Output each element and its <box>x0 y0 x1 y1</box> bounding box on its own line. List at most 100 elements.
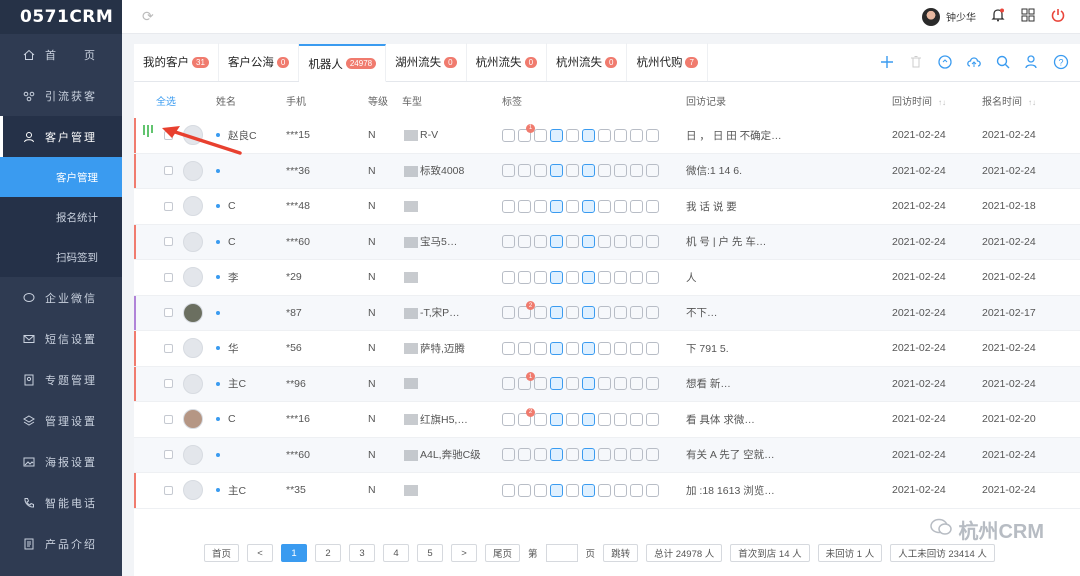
tag-icon[interactable] <box>614 448 627 462</box>
table-row[interactable]: C ***16 N 红旗H5,… 2 看 具体 求微… 2021-02-24 2021-02-… <box>134 402 1080 438</box>
tag-icon[interactable]: 2 <box>518 301 535 320</box>
app-logo[interactable]: 0571CRM <box>0 0 122 34</box>
tag-icon[interactable] <box>582 164 595 178</box>
tag-icon[interactable] <box>518 483 531 497</box>
visit-record[interactable]: 微信:1 14 6. <box>686 165 742 177</box>
tag-icon[interactable] <box>614 377 627 391</box>
visit-record[interactable]: 日 ， 日 田 不确定… <box>686 130 782 142</box>
tag-icon[interactable] <box>630 448 643 462</box>
sidebar-subitem-customer-management[interactable]: 客户管理 <box>0 157 122 197</box>
tag-icon[interactable] <box>566 306 579 320</box>
tag-icon[interactable] <box>550 270 563 284</box>
tag-icon[interactable] <box>630 341 643 355</box>
tag-icon[interactable] <box>518 235 531 249</box>
upload-icon[interactable] <box>965 53 983 71</box>
tag-icon[interactable] <box>566 483 579 497</box>
last-page-button[interactable]: 尾页 <box>485 544 521 562</box>
row-checkbox[interactable] <box>164 450 173 460</box>
row-checkbox[interactable] <box>164 343 173 353</box>
tag-icon[interactable] <box>646 483 659 497</box>
tag-icon[interactable] <box>598 235 611 249</box>
add-icon[interactable] <box>878 53 896 71</box>
tag-icon[interactable] <box>630 270 643 284</box>
tag-icon[interactable] <box>630 199 643 213</box>
tag-icon[interactable] <box>598 448 611 462</box>
sidebar-item-posters[interactable]: 海报设置 <box>0 441 122 482</box>
tag-icon[interactable] <box>566 164 579 178</box>
tag-icon[interactable] <box>534 412 547 426</box>
tag-icon[interactable] <box>598 164 611 178</box>
header-signup-time[interactable]: 报名时间 <box>982 97 1022 108</box>
customer-name[interactable]: C <box>228 236 236 248</box>
tag-icon[interactable] <box>534 377 547 391</box>
sidebar-item-smart-phone[interactable]: 智能电话 <box>0 482 122 523</box>
customer-name[interactable]: 华 <box>228 341 239 356</box>
table-row[interactable]: 赵良C ***15 N R-V 1 日 ， 日 田 不确定… 2021-02-24 2021-… <box>134 118 1080 154</box>
page-button-4[interactable]: 4 <box>383 544 410 562</box>
tab-hangzhou-proxy[interactable]: 杭州代购 7 <box>627 43 708 81</box>
row-checkbox[interactable] <box>164 201 173 211</box>
tag-icon[interactable] <box>598 306 611 320</box>
audio-playing-icon[interactable] <box>143 125 153 137</box>
tag-icon[interactable] <box>502 306 515 320</box>
tag-icon[interactable] <box>630 235 643 249</box>
sidebar-item-leads[interactable]: 引流获客 <box>0 75 122 116</box>
tag-icon[interactable] <box>646 128 659 142</box>
table-row[interactable]: ***36 N 标致4008 微信:1 14 6. 2021-02-24 2021-02-… <box>134 153 1080 189</box>
tag-icon[interactable] <box>582 448 595 462</box>
bell-icon[interactable] <box>990 7 1006 26</box>
table-row[interactable]: 主C **96 N 1 想看 新… 2021-02-24 2021-02-24 <box>134 366 1080 402</box>
tag-icon[interactable] <box>518 341 531 355</box>
tag-icon[interactable] <box>502 128 515 142</box>
tag-icon[interactable] <box>630 306 643 320</box>
sidebar-subitem-scan-checkin[interactable]: 扫码签到 <box>0 237 122 277</box>
tag-icon[interactable] <box>550 306 563 320</box>
tag-icon[interactable] <box>598 341 611 355</box>
tag-icon[interactable] <box>646 412 659 426</box>
tag-icon[interactable] <box>582 412 595 426</box>
tag-icon[interactable] <box>646 341 659 355</box>
tab-hangzhou-lost-2[interactable]: 杭州流失 0 <box>547 43 628 81</box>
tag-icon[interactable] <box>646 270 659 284</box>
tag-icon[interactable]: 1 <box>518 123 535 142</box>
tag-icon[interactable] <box>566 128 579 142</box>
tag-icon[interactable] <box>502 377 515 391</box>
refresh-icon[interactable]: ⟳ <box>142 8 154 25</box>
tag-icon[interactable]: 1 <box>518 372 535 391</box>
not-visited-count[interactable]: 未回访 1 人 <box>817 544 883 562</box>
visit-record[interactable]: 人 <box>686 272 697 284</box>
tag-icon[interactable] <box>582 199 595 213</box>
first-page-button[interactable]: 首页 <box>204 544 240 562</box>
tag-icon[interactable] <box>518 270 531 284</box>
tag-icon[interactable] <box>550 199 563 213</box>
tag-icon[interactable] <box>614 341 627 355</box>
table-row[interactable]: 主C **35 N 加 :18 1613 浏览… 2021-02-24 2021-02-2… <box>134 473 1080 509</box>
table-row[interactable]: ***60 N A4L,奔驰C级 有关 A 先了 空就… 2021-02-24 2021-… <box>134 437 1080 473</box>
tag-icon[interactable] <box>534 341 547 355</box>
tag-icon[interactable] <box>502 164 515 178</box>
tag-icon[interactable] <box>566 377 579 391</box>
prev-page-button[interactable]: < <box>247 544 274 562</box>
help-icon[interactable]: ? <box>1052 53 1070 71</box>
tag-icon[interactable] <box>550 483 563 497</box>
tag-icon[interactable] <box>502 235 515 249</box>
tag-icon[interactable]: 2 <box>518 407 535 426</box>
tag-icon[interactable] <box>502 341 515 355</box>
page-button-1[interactable]: 1 <box>281 544 308 562</box>
header-visit-time[interactable]: 回访时间 <box>892 97 932 108</box>
tag-icon[interactable] <box>630 377 643 391</box>
sidebar-subitem-signup-stats[interactable]: 报名统计 <box>0 197 122 237</box>
tag-icon[interactable] <box>566 412 579 426</box>
sidebar-item-topics[interactable]: 专题管理 <box>0 359 122 400</box>
table-row[interactable]: C ***60 N 宝马5… 机 号 | 户 先 车… 2021-02-24 2021-02… <box>134 224 1080 260</box>
tag-icon[interactable] <box>598 128 611 142</box>
row-checkbox[interactable] <box>164 485 173 495</box>
tag-icon[interactable] <box>630 128 643 142</box>
tag-icon[interactable] <box>534 270 547 284</box>
tag-icon[interactable] <box>630 164 643 178</box>
sidebar-item-products[interactable]: 产品介绍 <box>0 523 122 564</box>
tag-icon[interactable] <box>550 377 563 391</box>
sidebar-item-sms[interactable]: 短信设置 <box>0 318 122 359</box>
tag-icon[interactable] <box>534 128 547 142</box>
tag-icon[interactable] <box>550 412 563 426</box>
